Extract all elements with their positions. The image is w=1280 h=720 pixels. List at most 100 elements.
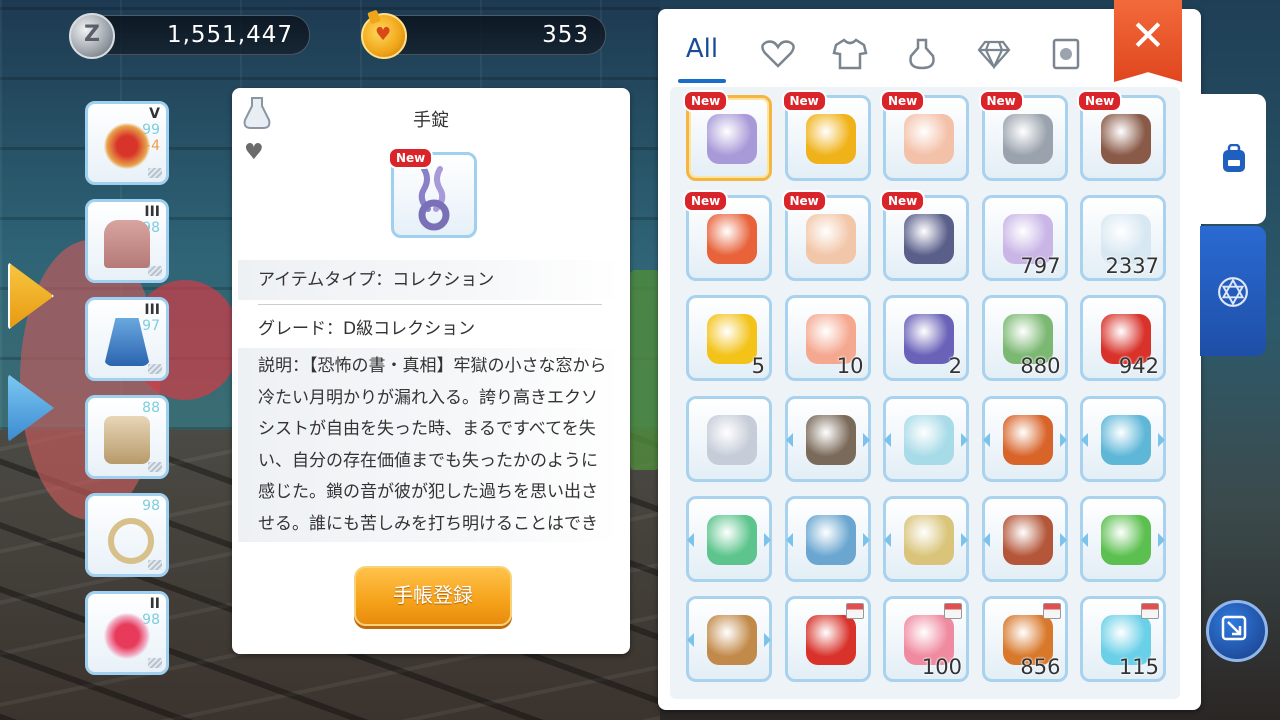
inventory-item-mystery-box[interactable] <box>1080 495 1166 582</box>
tab-all[interactable]: All <box>672 27 732 83</box>
inventory-item-crystal-amulet[interactable] <box>1080 395 1166 482</box>
item-count: 2 <box>948 354 962 379</box>
dark-book-icon <box>904 214 954 265</box>
expand-arrow-left <box>785 532 793 547</box>
inventory-item-poring-scroll[interactable]: New <box>880 90 969 181</box>
crystal-amulet-icon <box>1101 414 1151 465</box>
expand-arrow-left <box>687 532 694 547</box>
star-card-icon <box>707 314 757 365</box>
inventory-item-crown[interactable]: New <box>781 190 871 282</box>
equip-slot-accessory[interactable]: V 99 +4 <box>85 101 169 185</box>
pink-cube-icon <box>904 414 954 465</box>
slot-corner-icon <box>148 462 162 472</box>
character-toggle-button[interactable] <box>8 374 54 442</box>
inventory-item-cat-ticket[interactable] <box>686 495 772 582</box>
inventory-item-leather-diary[interactable] <box>981 495 1068 582</box>
equip-tier: III <box>144 302 160 318</box>
inventory-item-purple-tome[interactable]: 2 <box>883 295 969 382</box>
inventory-tabs: All <box>672 27 1092 83</box>
new-badge: New <box>781 190 827 213</box>
inventory-item-bronze-coin[interactable]: 856 <box>981 596 1068 682</box>
inventory-item-fire-eye[interactable]: New <box>683 190 772 282</box>
sort-inventory-button[interactable] <box>1206 600 1268 662</box>
expand-arrow-right <box>961 432 968 447</box>
item-count: 880 <box>1020 354 1061 379</box>
inventory-item-green-herb[interactable]: 880 <box>981 295 1068 382</box>
new-badge: New <box>880 190 926 213</box>
expand-arrow-left <box>982 432 990 447</box>
tab-consumable[interactable] <box>892 27 952 81</box>
item-type-label: アイテムタイプ：コレクション <box>238 260 622 300</box>
inventory-item-snowflake[interactable]: 115 <box>1080 596 1166 682</box>
expand-arrow-right <box>1059 532 1067 547</box>
equipment-toggle-button[interactable] <box>8 262 54 330</box>
inventory-item-open-book[interactable] <box>784 495 871 582</box>
silver-key-icon <box>1002 114 1053 164</box>
new-badge: New <box>781 90 827 112</box>
zeny-coin-icon: Z <box>69 13 115 59</box>
inventory-item-sword-medal[interactable] <box>686 395 772 482</box>
expand-arrow-right <box>1158 432 1165 447</box>
equip-slot-garment[interactable]: III 97 <box>85 297 169 381</box>
equip-level: 98 <box>142 498 160 514</box>
register-notebook-button[interactable]: 手帳登録 <box>354 566 512 626</box>
handcuffs-icon <box>707 114 757 164</box>
bag-tab[interactable] <box>1200 94 1266 224</box>
slot-corner-icon <box>148 560 162 570</box>
tab-equipment[interactable] <box>820 27 880 81</box>
equip-slot-ring[interactable]: 98 <box>85 493 169 577</box>
new-badge: New <box>683 190 729 213</box>
inventory-item-silver-key[interactable]: New <box>978 90 1068 181</box>
item-description[interactable]: 説明：【恐怖の書・真相】牢獄の小さな窓から冷たい月明かりが漏れ入る。誇り高きエク… <box>238 348 622 542</box>
inventory-item-gold-g-coin[interactable]: New <box>781 90 871 181</box>
inventory-item-feather[interactable]: 2337 <box>1080 195 1166 282</box>
item-preview: New <box>388 147 477 238</box>
expand-arrow-left <box>884 432 891 447</box>
backpack-icon <box>707 615 757 665</box>
item-count: 856 <box>1020 655 1061 679</box>
item-count: 115 <box>1118 655 1159 679</box>
inventory-item-red-album[interactable] <box>981 395 1068 482</box>
slot-corner-icon <box>148 658 162 668</box>
expand-arrow-right <box>862 532 870 547</box>
inventory-item-red-envelope[interactable]: 942 <box>1080 295 1166 382</box>
poring-scroll-icon <box>904 114 954 164</box>
item-count: 797 <box>1020 254 1061 279</box>
inventory-grid: New New New New New New New New 797 2337 5 10 2 880 94… <box>670 87 1180 699</box>
new-badge: New <box>880 90 926 112</box>
inventory-item-star-card[interactable]: 5 <box>686 295 772 382</box>
new-badge: New <box>683 90 729 112</box>
shop-icon <box>1042 603 1061 619</box>
inventory-item-handcuffs[interactable]: New <box>683 90 772 181</box>
potion-icon <box>909 38 935 70</box>
inventory-panel: All ✕ New New New New New New New New 797 2337 5 10… <box>658 0 1201 710</box>
inventory-item-bread-book[interactable] <box>784 395 871 482</box>
backpack-icon <box>1223 144 1245 172</box>
inventory-item-pink-goblet[interactable]: 10 <box>784 295 871 382</box>
item-detail-panel: ♥ 手錠 New アイテムタイプ：コレクション グレード：D級コレクション 説明… <box>232 88 630 654</box>
slot-corner-icon <box>148 364 162 374</box>
shop-icon <box>944 603 962 619</box>
inventory-item-dark-book[interactable]: New <box>880 190 969 282</box>
zeny-counter: Z 1,551,447 <box>69 13 310 59</box>
inventory-item-meat[interactable]: New <box>1077 90 1166 181</box>
tab-collection[interactable] <box>1036 27 1096 81</box>
equip-slot-heart-accessory[interactable]: II 98 <box>85 591 169 675</box>
tab-cards[interactable] <box>964 27 1024 81</box>
item-count: 2337 <box>1105 254 1159 279</box>
magic-tab[interactable] <box>1200 226 1266 356</box>
tab-favorite[interactable] <box>748 27 808 81</box>
inventory-item-pink-cube[interactable] <box>883 395 969 482</box>
new-badge: New <box>978 90 1024 112</box>
inventory-item-pink-flower-frame[interactable]: 100 <box>883 596 969 682</box>
inventory-item-fairy-wing[interactable]: 797 <box>981 195 1068 282</box>
cat-coin-amount: 353 <box>542 22 589 48</box>
equip-slot-shoes[interactable]: 88 <box>85 395 169 479</box>
inventory-item-backpack[interactable] <box>686 596 772 682</box>
heart-outline-icon <box>761 40 795 68</box>
close-button[interactable]: ✕ <box>1114 0 1182 82</box>
inventory-item-red-folder[interactable] <box>784 596 871 682</box>
favorite-heart-icon[interactable]: ♥ <box>244 140 264 165</box>
inventory-item-golden-statue[interactable] <box>883 495 969 582</box>
equip-slot-armor[interactable]: III 98 <box>85 199 169 283</box>
